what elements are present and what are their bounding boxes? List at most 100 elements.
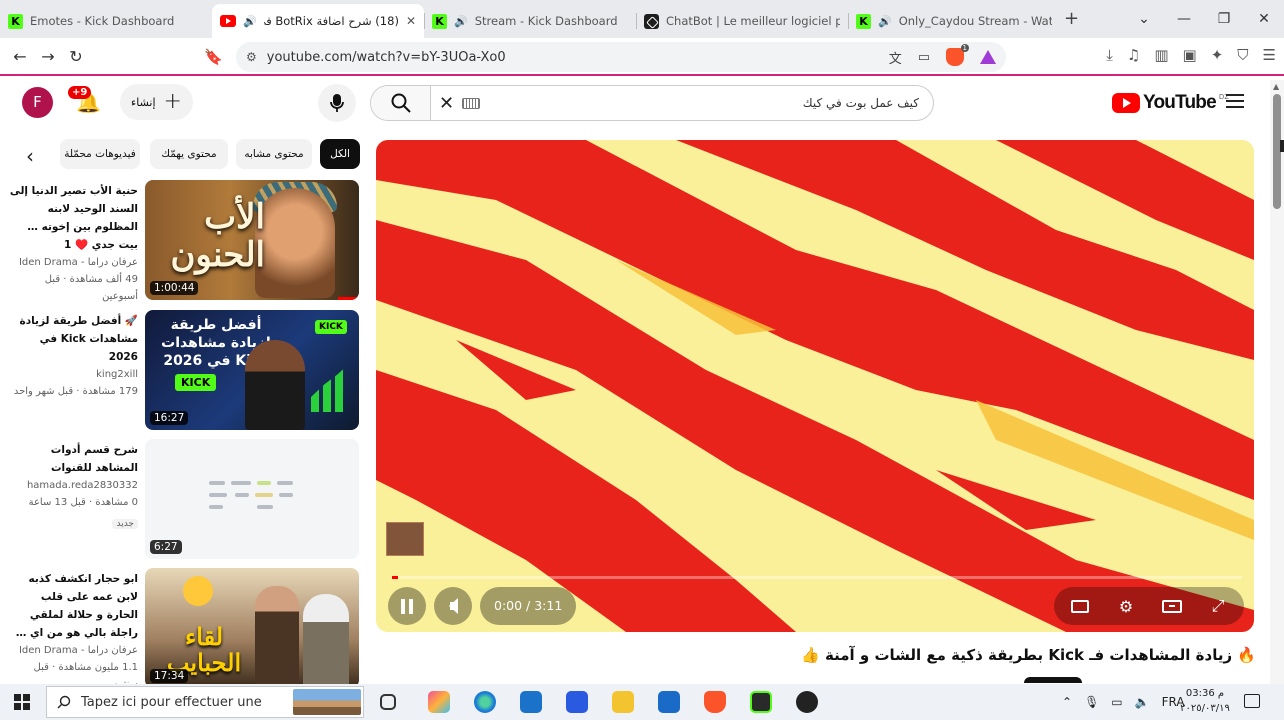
address-bar[interactable]: ⚙ youtube.com/watch?v=bY-3UOa-Xo0 文 ▭ 1: [236, 42, 1006, 72]
brave-rewards-icon[interactable]: [980, 50, 996, 64]
new-tab-button[interactable]: +: [1064, 8, 1079, 29]
translate-icon[interactable]: 文: [889, 48, 902, 67]
theater-mode-button[interactable]: [1152, 587, 1192, 625]
minimize-button[interactable]: —: [1164, 11, 1204, 27]
channel-name[interactable]: عرفان دراما - Iden Drama: [8, 642, 138, 659]
app-icon[interactable]: [566, 691, 588, 713]
channel-name[interactable]: عرفان دراما - Iden Drama: [8, 254, 138, 271]
tab-only-caydou[interactable]: K 🔊 Only_Caydou Stream - Watc: [848, 4, 1060, 38]
chip-recent[interactable]: فيديوهات محمّلة: [60, 139, 140, 169]
speaker-icon[interactable]: 🔊: [243, 15, 257, 28]
back-button[interactable]: ←: [6, 47, 34, 66]
video-title[interactable]: 🚀 أفضل طريقة لزيادة مشاهدات Kick في 2026: [8, 312, 138, 366]
list-item[interactable]: الأب الحنون 1:00:44 حنية الأب تصير الدني…: [0, 178, 364, 302]
taskbar-search[interactable]: Tapez ici pour effectuer une: [46, 686, 364, 718]
scrollbar[interactable]: ▲: [1270, 80, 1284, 684]
video-title[interactable]: شرح قسم أدوات المشاهد للقنوات: [8, 441, 138, 477]
speaker-icon[interactable]: 🔊: [878, 15, 892, 28]
tab-emotes[interactable]: K Emotes - Kick Dashboard: [0, 4, 212, 38]
media-icon[interactable]: ♫: [1127, 46, 1140, 64]
speaker-icon[interactable]: 🔊: [454, 15, 468, 28]
video-thumbnail[interactable]: 6:27: [145, 439, 359, 559]
close-icon[interactable]: ✕: [406, 14, 416, 28]
create-button[interactable]: إنشاء +: [120, 84, 193, 120]
video-player[interactable]: 0:00 / 3:11 ⚙ ⤢: [376, 140, 1254, 632]
fullscreen-button[interactable]: ⤢: [1198, 587, 1238, 625]
list-item[interactable]: لقاء الحبايب 17:34 ابو حجار انكشف كذبه ل…: [0, 566, 364, 690]
chip-for-you[interactable]: محتوى يهمّك: [150, 139, 228, 169]
leo-icon[interactable]: ✦: [1211, 46, 1224, 64]
avatar[interactable]: F: [22, 87, 53, 118]
channel-name[interactable]: hamada.reda2830332: [8, 477, 138, 494]
progress-bar[interactable]: [392, 576, 1242, 579]
hamburger-icon[interactable]: [1226, 94, 1244, 112]
chevron-left-icon[interactable]: ‹: [26, 144, 34, 168]
close-window-button[interactable]: ✕: [1244, 11, 1284, 27]
task-view-icon[interactable]: [380, 694, 396, 710]
thumb-art: [209, 505, 223, 509]
thumb-text: الأب الحنون: [170, 197, 265, 275]
video-thumbnail[interactable]: أفضل طريقة لزيادة مشاهدات Kick في 2026 K…: [145, 310, 359, 430]
list-item[interactable]: أفضل طريقة لزيادة مشاهدات Kick في 2026 K…: [0, 308, 364, 432]
cast-icon[interactable]: ▭: [918, 50, 930, 65]
vpn-icon[interactable]: ⛉: [1237, 46, 1248, 64]
video-title[interactable]: ابو حجار انكشف كذبه لابن عمه على قلب الح…: [8, 570, 138, 642]
chip-all[interactable]: الكل: [320, 139, 360, 169]
search-button[interactable]: [371, 86, 431, 120]
search-input[interactable]: [480, 96, 933, 110]
app-icon[interactable]: [796, 691, 818, 713]
video-thumbnail[interactable]: الأب الحنون 1:00:44: [145, 180, 359, 300]
chip-related[interactable]: محتوى مشابه: [236, 139, 312, 169]
shield-count: 1: [960, 44, 969, 52]
channel-name[interactable]: king2xill: [8, 366, 138, 383]
wallet-icon[interactable]: ▣: [1183, 46, 1197, 64]
restore-button[interactable]: ❐: [1204, 11, 1244, 27]
pause-button[interactable]: [388, 587, 426, 625]
site-info-icon[interactable]: ⚙: [246, 50, 257, 64]
download-icon[interactable]: ⤓: [1106, 46, 1113, 64]
volume-icon[interactable]: 🔈: [1135, 695, 1150, 709]
video-title[interactable]: حنية الأب تصير الدنيا إلى السند الوحيد ل…: [8, 182, 138, 254]
list-item[interactable]: 6:27 شرح قسم أدوات المشاهد للقنوات hamad…: [0, 437, 364, 561]
search-highlight-image[interactable]: [293, 689, 361, 715]
brave-icon[interactable]: [704, 691, 726, 713]
edge-icon[interactable]: [474, 691, 496, 713]
tab-chatbot[interactable]: ChatBot | Le meilleur logiciel pou: [636, 4, 848, 38]
video-meta: ابو حجار انكشف كذبه لابن عمه على قلب الح…: [8, 570, 138, 693]
url-text[interactable]: youtube.com/watch?v=bY-3UOa-Xo0: [267, 50, 889, 65]
file-explorer-icon[interactable]: [612, 691, 634, 713]
chevron-up-icon[interactable]: ⌃: [1062, 695, 1072, 709]
scroll-up-icon[interactable]: ▲: [1273, 82, 1279, 91]
store-icon[interactable]: [658, 691, 680, 713]
voice-search-button[interactable]: [318, 84, 356, 122]
mic-icon[interactable]: 🎙: [1084, 695, 1099, 709]
windows-start-icon[interactable]: [14, 694, 30, 710]
tab-title: Emotes - Kick Dashboard: [30, 14, 175, 28]
subscribe-button[interactable]: [1024, 677, 1082, 683]
reload-button[interactable]: ↻: [62, 47, 90, 66]
tab-stream[interactable]: K 🔊 Stream - Kick Dashboard: [424, 4, 636, 38]
keyboard-icon[interactable]: [462, 97, 481, 109]
subtitles-button[interactable]: [1060, 587, 1100, 625]
forward-button[interactable]: →: [34, 47, 62, 66]
channel-watermark[interactable]: [386, 522, 424, 556]
time-display: 0:00 / 3:11: [480, 587, 577, 625]
menu-icon[interactable]: ☰: [1263, 46, 1276, 64]
copilot-icon[interactable]: [428, 691, 450, 713]
notification-center-icon[interactable]: [1244, 694, 1260, 708]
mail-icon[interactable]: [520, 691, 542, 713]
youtube-logo[interactable]: YouTube DZ: [1112, 92, 1229, 114]
network-icon[interactable]: ▭: [1111, 695, 1122, 709]
tab-list-icon[interactable]: ⌄: [1124, 11, 1164, 27]
mute-button[interactable]: [434, 587, 472, 625]
settings-button[interactable]: ⚙: [1106, 587, 1146, 625]
taskbar-clock[interactable]: 03:36 م ٢٠٢٥/٠٣/١٩: [1180, 686, 1230, 716]
clear-search-icon[interactable]: ✕: [439, 93, 454, 114]
sidebar-icon[interactable]: ▥: [1154, 46, 1168, 64]
video-thumbnail[interactable]: لقاء الحبايب 17:34: [145, 568, 359, 688]
bookmark-icon[interactable]: 🔖: [204, 48, 223, 66]
obs-icon[interactable]: [750, 691, 772, 713]
video-stats: 179 مشاهدة · قبل شهر واحد: [13, 386, 138, 397]
brave-shield-icon[interactable]: 1: [946, 44, 969, 66]
tab-youtube[interactable]: 🔊 (18) شرح اضافة BotRix في ✕: [212, 4, 424, 38]
